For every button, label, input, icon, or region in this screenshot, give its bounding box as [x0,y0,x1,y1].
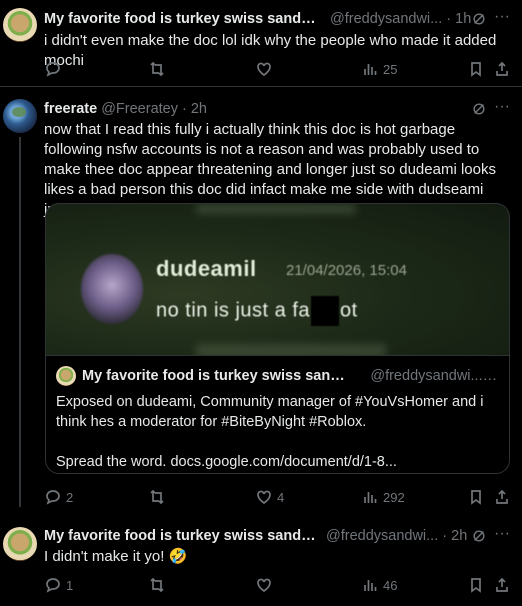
tweet-1[interactable]: My favorite food is turkey swiss sandwic… [0,0,522,86]
quote-text: Exposed on dudeami, Community manager of… [56,394,484,470]
views-icon [364,580,377,591]
tweet-header: My favorite food is turkey swiss sandwic… [44,9,522,29]
media-username: dudeamil [156,256,257,281]
tweet-header: freerate @Freeratey · 2h [44,99,522,119]
views-button[interactable]: 25 [362,59,397,79]
avatar[interactable] [3,8,37,42]
like-button[interactable] [256,59,277,79]
thread-line [19,137,21,507]
reply-icon [46,490,60,505]
tweet-actions: 2 4 292 [44,487,522,507]
reply-button[interactable]: 2 [45,487,73,507]
censor-bar [311,296,340,326]
heart-icon [257,490,271,505]
tweet-3[interactable]: My favorite food is turkey swiss sandwic… [0,514,522,606]
views-icon [364,492,377,503]
reply-icon [46,62,60,77]
share-button[interactable] [494,575,510,595]
bookmark-button[interactable] [468,59,484,79]
author-meta[interactable]: @freddysandwi... · 1h [330,11,471,27]
author-meta[interactable]: @freddysandwi... · 2h [326,528,467,544]
media-date: 21/04/2026, 15:04 [286,262,407,279]
reply-count: 2 [66,489,74,505]
repost-icon [150,577,164,593]
like-count: 4 [277,489,285,505]
repost-button[interactable] [149,487,170,507]
quote-author-meta: @freddysandwi... · 5h [370,368,499,384]
heart-icon [257,578,271,593]
views-count: 25 [383,61,398,77]
bookmark-icon [471,62,481,77]
reply-icon [46,578,60,593]
tweet-header: My favorite food is turkey swiss sandwic… [44,526,522,546]
grok-icon[interactable] [472,529,486,543]
views-icon [364,64,377,75]
quote-tweet[interactable]: My favorite food is turkey swiss sandwic… [45,355,510,474]
media-message-start: no tin is just a fa [156,299,311,322]
quote-author-name: My favorite food is turkey swiss sandwic… [82,368,349,384]
grok-icon[interactable] [472,12,486,26]
reply-button[interactable]: 1 [45,575,73,595]
bookmark-button[interactable] [468,487,484,507]
share-icon [496,489,508,504]
more-icon[interactable]: ··· [494,526,510,544]
reply-button[interactable] [45,59,66,79]
repost-icon [150,489,164,505]
tweet-media-image[interactable]: dudeamil 21/04/2026, 15:04 no tin is jus… [45,203,510,355]
tweet-text: I didn't make it yo! 🤣 [44,548,188,565]
share-button[interactable] [494,487,510,507]
like-button[interactable] [256,575,277,595]
views-button[interactable]: 292 [362,487,405,507]
bookmark-icon [471,490,481,505]
repost-button[interactable] [149,575,170,595]
author-meta[interactable]: @Freeratey · 2h [101,101,207,117]
heart-icon [257,62,271,77]
avatar[interactable] [3,527,37,561]
author-name[interactable]: My favorite food is turkey swiss sandwic… [44,11,326,27]
share-icon [496,577,508,592]
more-icon[interactable]: ··· [494,99,510,117]
tweet-actions: 1 46 [44,575,522,595]
avatar[interactable] [3,99,37,133]
views-button[interactable]: 46 [362,575,397,595]
grok-icon[interactable] [472,102,486,116]
views-count: 292 [383,489,405,505]
repost-icon [150,61,164,77]
repost-button[interactable] [149,59,170,79]
author-name[interactable]: freerate [44,101,97,117]
bookmark-icon [471,578,481,593]
blurred-text [196,344,386,355]
like-button[interactable]: 4 [256,487,284,507]
reply-count: 1 [66,577,74,593]
more-icon[interactable]: ··· [494,9,510,27]
share-button[interactable] [494,59,510,79]
blurred-avatar [81,254,143,324]
bookmark-button[interactable] [468,575,484,595]
tweet-actions: 25 [44,59,522,79]
tweet-2[interactable]: freerate @Freeratey · 2h ··· now that I … [0,87,522,513]
author-name[interactable]: My favorite food is turkey swiss sandwic… [44,528,316,544]
media-message: no tin is just a fa ot [156,296,358,326]
blurred-text [196,204,356,214]
views-count: 46 [383,577,398,593]
quote-avatar [56,366,76,386]
quote-header: My favorite food is turkey swiss sandwic… [82,366,499,386]
share-icon [496,61,508,76]
media-message-end: ot [340,299,358,322]
